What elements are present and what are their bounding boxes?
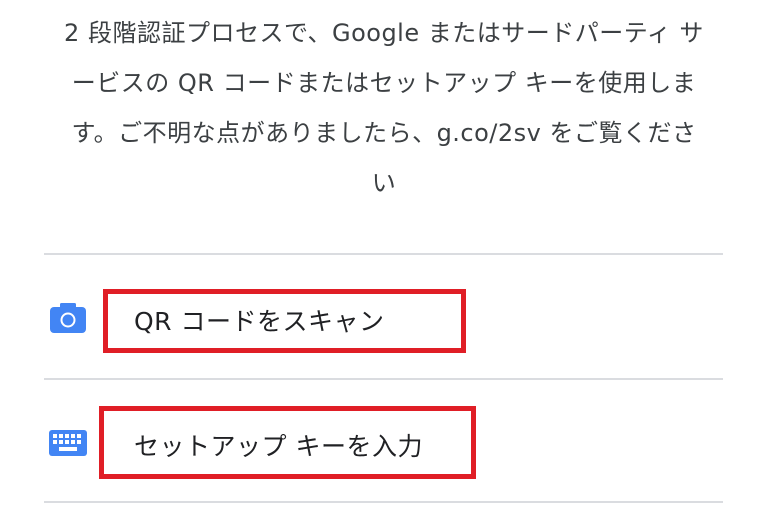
enter-key-highlight-box xyxy=(99,406,476,479)
camera-icon xyxy=(48,302,88,334)
instructions-text: 2 段階認証プロセスで、Google またはサードパーティ サ ービスの QR … xyxy=(44,8,724,208)
scan-qr-highlight-box xyxy=(103,289,466,353)
divider-bottom xyxy=(44,501,723,503)
instructions-line-2: ービスの QR コードまたはセットアップ キーを使用しま xyxy=(71,69,697,97)
instructions-line-3: す。ご不明な点がありましたら、g.co/2sv をご覧くださ xyxy=(71,119,697,147)
divider-middle xyxy=(44,378,723,380)
instructions-line-4: い xyxy=(371,169,397,197)
instructions-line-1: 2 段階認証プロセスで、Google またはサードパーティ サ xyxy=(64,19,704,47)
keyboard-icon xyxy=(48,427,88,459)
divider-top xyxy=(44,253,723,255)
